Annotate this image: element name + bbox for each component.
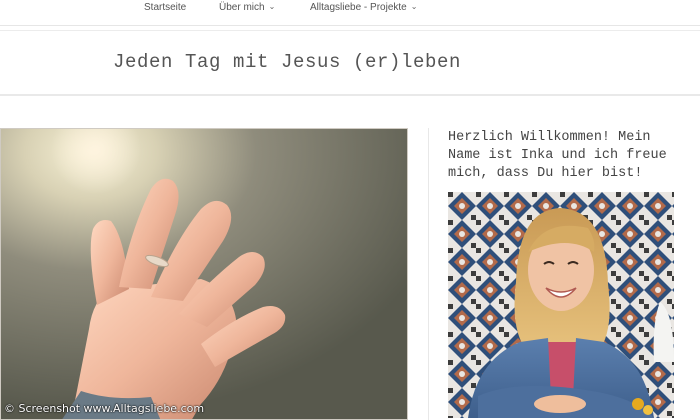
hand-in-sunlight-illustration <box>1 129 407 419</box>
nav-item-alltagsliebe-projekte[interactable]: Alltagsliebe - Projekte ⌄ <box>310 2 417 13</box>
nav-item-label: Startseite <box>144 2 187 13</box>
portrait-illustration <box>448 192 674 418</box>
top-navigation: Startseite Über mich ⌄ Alltagsliebe - Pro… <box>0 0 700 26</box>
author-portrait[interactable] <box>448 192 674 418</box>
site-title[interactable]: Jeden Tag mit Jesus (er)leben <box>113 51 461 73</box>
welcome-text: Herzlich Willkommen! Mein Name ist Inka … <box>448 130 667 181</box>
watermark-text: © Screenshot www.Alltagsliebe.com <box>4 402 205 415</box>
nav-item-label: Alltagsliebe - Projekte <box>310 2 407 13</box>
nav-item-ueber-mich[interactable]: Über mich ⌄ <box>219 2 275 13</box>
nav-item-label: Über mich <box>219 2 265 13</box>
hero-image[interactable] <box>0 128 408 420</box>
chevron-down-icon: ⌄ <box>410 2 418 11</box>
sidebar-divider <box>428 128 429 420</box>
nav-item-startseite[interactable]: Startseite <box>144 2 186 13</box>
chevron-down-icon: ⌄ <box>268 2 276 11</box>
